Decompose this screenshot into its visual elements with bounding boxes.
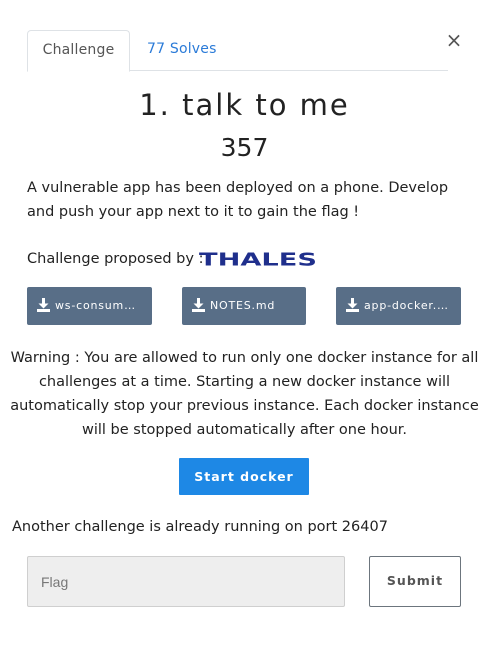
challenge-description: A vulnerable app has been deployed on a … [27,180,449,220]
thales-logo: THALES [199,250,317,268]
flag-input[interactable] [27,556,345,607]
thales-logo-text: THALES [199,250,317,268]
download-icon [346,297,359,312]
file-name: app-docker.apk [364,299,452,312]
submit-button[interactable]: Submit [369,556,461,607]
docker-warning: Warning : You are allowed to run only on… [10,350,479,438]
proposed-by-label: Challenge proposed by : [27,251,204,267]
start-docker-button[interactable]: Start docker [179,458,309,495]
file-download-button[interactable]: ws-consumer-app.zip [27,287,152,325]
tab-challenge[interactable]: Challenge [27,30,130,72]
file-download-button[interactable]: app-docker.apk [336,287,461,325]
download-icon [37,297,50,312]
file-name: ws-consumer-app.zip [55,299,141,312]
tab-solves[interactable]: 77 Solves [147,30,217,71]
docker-status: Another challenge is already running on … [12,519,388,535]
file-name: NOTES.md [210,299,276,312]
download-icon [192,297,205,312]
tab-bar: Challenge 77 Solves [27,30,448,72]
challenge-title: 1. talk to me [139,88,350,122]
file-download-button[interactable]: NOTES.md [182,287,306,325]
challenge-points: 357 [220,133,269,162]
